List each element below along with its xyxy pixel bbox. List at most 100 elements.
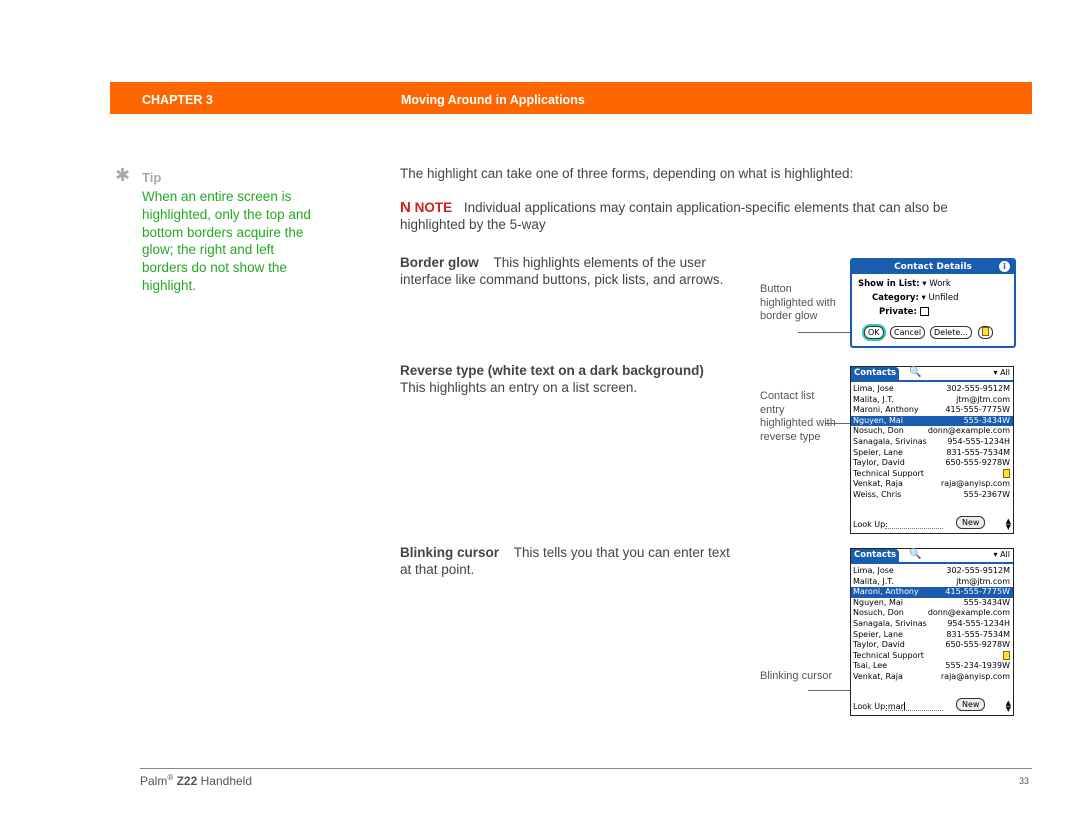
section-blinking-cursor: Blinking cursor This tells you that you … xyxy=(400,545,730,578)
list-item[interactable]: Venkat, Raja raja@anyisp.com xyxy=(851,479,1013,490)
category-picker[interactable]: ▾ All xyxy=(994,368,1010,377)
page-number: 33 xyxy=(1019,776,1030,786)
contact-name: Technical Support xyxy=(853,650,924,660)
note-text: Individual applications may contain appl… xyxy=(400,200,948,232)
footer-divider xyxy=(140,768,1032,769)
contact-value: donn@example.com xyxy=(927,426,1010,436)
list-item[interactable]: Nosuch, Don donn@example.com xyxy=(851,608,1013,619)
contact-value: raja@anyisp.com xyxy=(940,671,1010,681)
note-icon: N xyxy=(400,199,411,216)
scroll-arrows[interactable]: ▲ ▼ xyxy=(1006,518,1011,531)
private-checkbox[interactable] xyxy=(919,307,929,316)
lookup-magnifier-icon[interactable]: 🔍 xyxy=(909,367,921,378)
contact-name: Speier, Lane xyxy=(853,447,903,457)
list-item[interactable]: Malita, J.T. jtm@jtm.com xyxy=(851,577,1013,588)
dialog-title: Contact Details i xyxy=(852,260,1014,274)
list-item[interactable]: Technical Support xyxy=(851,650,1013,662)
section-text: This highlights an entry on a list scree… xyxy=(400,379,638,395)
list-rows: Lima, Jose 302-555-9512M Malita, J.T. jtm@j… xyxy=(851,384,1013,501)
contact-value: jtm@jtm.com xyxy=(956,576,1010,586)
lookup-label: Look Up: xyxy=(853,520,888,529)
contact-name: Taylor, David xyxy=(853,640,905,650)
contact-name: Nguyen, Mai xyxy=(853,415,903,425)
contact-name: Speier, Lane xyxy=(853,629,903,639)
memo-icon xyxy=(982,327,989,336)
delete-button[interactable]: Delete... xyxy=(930,326,972,339)
show-label: Show in List: xyxy=(858,279,920,289)
section-term: Border glow xyxy=(400,255,479,270)
intro-text: The highlight can take one of three form… xyxy=(400,166,854,181)
list-item[interactable]: Weiss, Chris 555-2367W xyxy=(851,490,1013,501)
contact-name: Venkat, Raja xyxy=(853,671,903,681)
list-item[interactable]: Taylor, David 650-555-9278W xyxy=(851,640,1013,651)
contact-value: donn@example.com xyxy=(927,608,1010,618)
footer-product-name: Handheld xyxy=(200,774,252,788)
category-value: All xyxy=(1000,550,1010,559)
footer-reg: ® xyxy=(167,773,174,782)
new-button[interactable]: New xyxy=(956,516,986,529)
contacts-list-cursor: Contacts 🔍 ▾ All Lima, Jose 302-555-9512M… xyxy=(850,548,1014,716)
show-in-list-row[interactable]: Show in List: ▾ Work xyxy=(858,279,951,289)
list-item[interactable]: Sanagala, Srivinas 954-555-1234H xyxy=(851,619,1013,630)
contact-name: Maroni, Anthony xyxy=(853,587,919,597)
scroll-arrows[interactable]: ▲ ▼ xyxy=(1006,700,1011,713)
contact-name: Malita, J.T. xyxy=(853,576,894,586)
contact-value: 954-555-1234H xyxy=(947,436,1010,446)
title-underline xyxy=(851,380,1013,382)
contact-value: 954-555-1234H xyxy=(947,618,1010,628)
contact-value: 831-555-7534M xyxy=(946,447,1010,457)
contact-value: 650-555-9278W xyxy=(945,640,1010,650)
list-item[interactable]: Speier, Lane 831-555-7534M xyxy=(851,448,1013,459)
caption-reverse-type: Contact list entry highlighted with reve… xyxy=(760,390,836,444)
contact-value: 415-555-7775W xyxy=(945,405,1010,415)
footer-brand: Palm xyxy=(140,774,168,788)
list-item[interactable]: Speier, Lane 831-555-7534M xyxy=(851,630,1013,641)
section-term: Blinking cursor xyxy=(400,545,500,560)
list-item[interactable]: Nosuch, Don donn@example.com xyxy=(851,426,1013,437)
contact-value: 302-555-9512M xyxy=(946,566,1010,575)
show-value: Work xyxy=(929,279,951,289)
list-title: Contacts xyxy=(851,367,900,380)
cancel-button[interactable]: Cancel xyxy=(890,326,926,339)
list-item[interactable]: Malita, J.T. jtm@jtm.com xyxy=(851,395,1013,406)
contact-value: raja@anyisp.com xyxy=(940,479,1010,489)
footer-product: Palm® Z22 Handheld xyxy=(140,773,252,788)
contact-name: Technical Support xyxy=(853,468,924,478)
asterisk-icon: ✱ xyxy=(115,165,131,185)
dialog-title-text: Contact Details xyxy=(894,262,972,272)
info-icon[interactable]: i xyxy=(999,261,1010,272)
contact-name: Sanagala, Srivinas xyxy=(853,436,927,446)
category-picker[interactable]: ▾ All xyxy=(994,550,1010,559)
contact-name: Weiss, Chris xyxy=(853,489,902,499)
list-item[interactable]: Technical Support xyxy=(851,468,1013,480)
list-item[interactable]: Nguyen, Mai 555-3434W xyxy=(851,415,1013,427)
category-label: Category: xyxy=(872,293,919,303)
lookup-field[interactable]: Look Up: xyxy=(853,520,888,529)
lookup-underline xyxy=(885,528,943,529)
list-rows: Lima, Jose 302-555-9512M Malita, J.T. jtm@j… xyxy=(851,566,1013,683)
title-underline xyxy=(851,562,1013,564)
lookup-underline xyxy=(885,710,943,711)
category-row[interactable]: Category: ▾ Unfiled xyxy=(872,293,958,303)
list-item[interactable]: Venkat, Raja raja@anyisp.com xyxy=(851,672,1013,683)
contact-value: 555-3434W xyxy=(963,597,1010,607)
list-item[interactable]: Maroni, Anthony 415-555-7775W xyxy=(851,405,1013,416)
list-item[interactable]: Maroni, Anthony 415-555-7775W xyxy=(851,587,1013,598)
list-item[interactable]: Lima, Jose 302-555-9512M xyxy=(851,384,1013,395)
new-button[interactable]: New xyxy=(956,698,986,711)
list-item[interactable]: Sanagala, Srivinas 954-555-1234H xyxy=(851,437,1013,448)
private-row: Private: xyxy=(879,307,929,317)
list-item[interactable]: Nguyen, Mai 555-3434W xyxy=(851,598,1013,609)
note-button[interactable] xyxy=(978,326,993,339)
section-reverse-type: Reverse type (white text on a dark backg… xyxy=(400,363,730,396)
ok-button[interactable]: OK xyxy=(864,326,884,339)
section-term: Reverse type (white text on a dark backg… xyxy=(400,363,704,378)
note-label: NOTE xyxy=(414,200,453,215)
list-item[interactable]: Tsai, Lee 555-234-1939W xyxy=(851,661,1013,672)
list-item[interactable]: Lima, Jose 302-555-9512M xyxy=(851,566,1013,577)
list-item[interactable]: Taylor, David 650-555-9278W xyxy=(851,458,1013,469)
contact-name: Nguyen, Mai xyxy=(853,597,903,607)
contact-name: Malita, J.T. xyxy=(853,394,894,404)
category-value: All xyxy=(1000,368,1010,377)
lookup-magnifier-icon[interactable]: 🔍 xyxy=(909,549,921,560)
